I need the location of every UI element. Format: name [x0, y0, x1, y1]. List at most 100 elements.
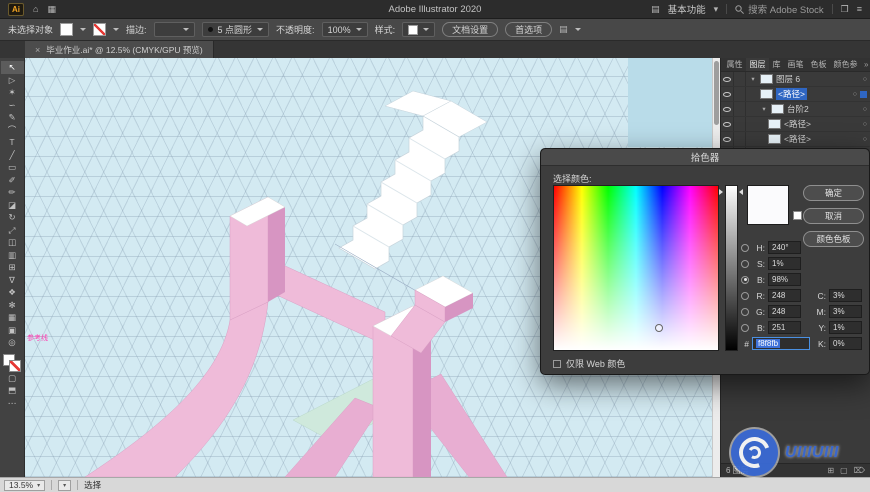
menu-list-icon[interactable]: ≡	[857, 4, 862, 14]
s-value-input[interactable]: 1%	[768, 257, 801, 270]
curvature-tool[interactable]: ⌒	[1, 124, 24, 137]
h-radio[interactable]	[741, 243, 749, 252]
s-radio[interactable]	[741, 259, 749, 268]
panel-overflow-icon[interactable]: »	[861, 60, 870, 69]
artboard-tool[interactable]: ▣	[1, 324, 24, 337]
direct-selection-tool[interactable]: ▷	[1, 74, 24, 87]
color-field-marker[interactable]	[655, 324, 663, 332]
visibility-toggle[interactable]	[721, 87, 734, 101]
dialog-title[interactable]: 拾色器	[541, 149, 869, 166]
g-radio[interactable]	[741, 307, 749, 316]
ok-button[interactable]: 确定	[803, 185, 864, 201]
h-value-input[interactable]: 240°	[768, 241, 801, 254]
fill-stroke-indicator[interactable]	[3, 353, 21, 372]
stroke-weight-dropdown[interactable]	[153, 22, 195, 37]
cancel-button[interactable]: 取消	[803, 208, 864, 224]
stock-search[interactable]: 搜索 Adobe Stock	[735, 2, 824, 16]
hex-input[interactable]: f8f8fb	[752, 337, 810, 350]
symbol-sprayer-tool[interactable]: ✻	[1, 299, 24, 312]
pencil-tool[interactable]: ✏	[1, 186, 24, 199]
slider-arrow-left-icon[interactable]	[719, 189, 723, 195]
layer-name-selected[interactable]: <路径>	[776, 88, 807, 100]
shape-builder-tool[interactable]: ◫	[1, 236, 24, 249]
y-value-input[interactable]: 1%	[829, 321, 862, 334]
layer-row[interactable]: <路径> ○	[721, 117, 870, 132]
align-options-icon[interactable]: ▤	[559, 24, 568, 35]
scrollbar-thumb[interactable]	[714, 61, 719, 125]
scale-tool[interactable]: ⤢	[1, 224, 24, 237]
lock-column[interactable]	[737, 87, 746, 101]
illustrator-app-icon[interactable]: Ai	[8, 2, 24, 16]
zoom-dropdown[interactable]: 13.5% ▾	[4, 479, 46, 491]
expand-triangle-icon[interactable]: ▾	[749, 75, 757, 83]
layer-row[interactable]: ▾ 图层 6 ○	[721, 72, 870, 87]
document-setup-button[interactable]: 文档设置	[442, 22, 499, 37]
visibility-toggle[interactable]	[721, 102, 734, 116]
workspace-switcher[interactable]: 基本功能	[668, 2, 706, 16]
layer-thumbnail[interactable]	[768, 134, 781, 144]
target-circle-icon[interactable]: ○	[863, 121, 867, 128]
pen-tool[interactable]: ✎	[1, 111, 24, 124]
blend-tool[interactable]: ❖	[1, 286, 24, 299]
style-dropdown[interactable]	[402, 22, 436, 37]
paintbrush-tool[interactable]: ✐	[1, 174, 24, 187]
web-colors-checkbox[interactable]	[553, 359, 561, 368]
lock-column[interactable]	[737, 132, 746, 146]
rectangle-tool[interactable]: ▭	[1, 161, 24, 174]
layer-row[interactable]: ▾ 台阶2 ○	[721, 102, 870, 117]
more-options-icon[interactable]: ⋯	[1, 397, 24, 410]
selection-tool[interactable]: ↖	[0, 61, 24, 74]
layer-name[interactable]: <路径>	[784, 118, 860, 130]
eyedropper-tool[interactable]: ∇	[1, 274, 24, 287]
home-icon[interactable]: ⌂	[33, 4, 38, 14]
document-tab[interactable]: × 毕业作业.ai* @ 12.5% (CMYK/GPU 预览)	[25, 41, 214, 58]
g-value-input[interactable]: 248	[768, 305, 801, 318]
fill-dropdown-icon[interactable]	[80, 28, 87, 31]
tab-swatches[interactable]: 色板	[807, 58, 830, 71]
draw-mode-icon[interactable]: ▢	[1, 372, 24, 385]
b-radio-selected[interactable]	[741, 275, 749, 284]
delete-layer-icon[interactable]: ⌦	[854, 466, 865, 475]
rotate-tool[interactable]: ↻	[1, 211, 24, 224]
workspace-icon[interactable]: ▤	[651, 4, 660, 15]
brush-definition-dropdown[interactable]: 5 点圆形	[201, 22, 270, 37]
lock-column[interactable]	[737, 72, 746, 86]
line-segment-tool[interactable]: ╱	[1, 149, 24, 162]
tab-properties[interactable]: 属性	[723, 58, 746, 71]
brightness-slider[interactable]	[725, 185, 738, 351]
stroke-color-swatch[interactable]	[93, 23, 107, 36]
target-circle-icon[interactable]: ○	[853, 91, 857, 98]
web-safe-cube-icon[interactable]	[793, 211, 802, 220]
c-value-input[interactable]: 3%	[829, 289, 862, 302]
visibility-toggle[interactable]	[721, 72, 734, 86]
stroke-none-icon[interactable]	[9, 359, 21, 372]
zoom-tool[interactable]: ◎	[1, 336, 24, 349]
eraser-tool[interactable]: ◪	[1, 199, 24, 212]
r-value-input[interactable]: 248	[768, 289, 801, 302]
web-colors-option[interactable]: 仅限 Web 颜色	[553, 357, 625, 370]
b-value-input[interactable]: 98%	[768, 273, 801, 286]
close-tab-icon[interactable]: ×	[35, 45, 40, 55]
layer-thumbnail[interactable]	[760, 74, 773, 84]
visibility-toggle[interactable]	[721, 132, 734, 146]
layer-row[interactable]: <路径> ○	[721, 87, 870, 102]
layer-name[interactable]: <路径>	[784, 133, 860, 145]
grid-icon[interactable]: ▦	[47, 4, 56, 15]
arrange-documents-icon[interactable]: ❐	[841, 4, 849, 15]
expand-triangle-icon[interactable]: ▾	[760, 105, 768, 113]
magic-wand-tool[interactable]: ✶	[1, 86, 24, 99]
slider-arrow-right-icon[interactable]	[739, 189, 743, 195]
fill-color-swatch[interactable]	[60, 23, 74, 36]
stroke-dropdown-icon[interactable]	[113, 28, 120, 31]
visibility-toggle[interactable]	[721, 117, 734, 131]
k-value-input[interactable]: 0%	[829, 337, 862, 350]
screen-mode-icon[interactable]: ⬒	[1, 384, 24, 397]
lock-column[interactable]	[737, 102, 746, 116]
preferences-button[interactable]: 首选项	[505, 22, 553, 37]
lasso-tool[interactable]: ∽	[1, 99, 24, 112]
graph-tool[interactable]: ▦	[1, 311, 24, 324]
layer-thumbnail[interactable]	[760, 89, 773, 99]
type-tool[interactable]: T	[1, 136, 24, 149]
color-field[interactable]	[553, 185, 719, 351]
mesh-tool[interactable]: ⊞	[1, 261, 24, 274]
